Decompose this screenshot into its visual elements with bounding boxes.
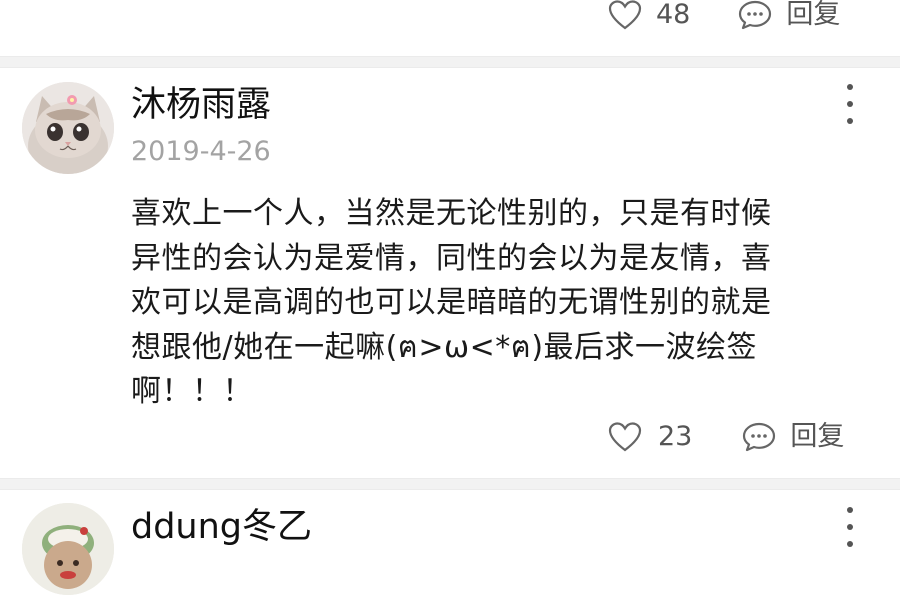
- previous-like-count: 48: [656, 0, 691, 30]
- comment-text-line: 欢可以是高调的也可以是暗暗的无谓性别的就是: [131, 285, 772, 320]
- comment-username[interactable]: 沐杨雨露: [131, 85, 271, 125]
- ellipsis-dot: [847, 118, 853, 124]
- more-options-button[interactable]: [840, 84, 860, 124]
- vertical-ellipsis-icon: [847, 84, 853, 90]
- comment-separator: [0, 56, 900, 68]
- next-comment-username[interactable]: ddung冬乙: [131, 507, 312, 547]
- previous-reply-label: 回复: [786, 0, 841, 30]
- comment-date: 2019-4-26: [131, 136, 271, 167]
- comment-text-line: 喜欢上一个人，当然是无论性别的，只是有时候: [131, 196, 772, 231]
- avatar[interactable]: [22, 82, 114, 174]
- comment-text-line: 想跟他/她在一起嘛(ฅ>ω<*ฅ)最后求一波绘签: [131, 329, 758, 365]
- reply-label: 回复: [790, 421, 845, 452]
- previous-reply-button[interactable]: 回复: [738, 0, 840, 30]
- comment-separator: [0, 478, 900, 490]
- comment-text-line: 异性的会认为是爱情，同性的会以为是友情，喜: [131, 240, 772, 276]
- heart-outline-icon: [608, 422, 642, 452]
- speech-bubble-icon: [743, 422, 776, 452]
- heart-outline-icon: [608, 0, 642, 30]
- ellipsis-dot: [847, 524, 853, 530]
- comment-text: 喜欢上一个人，当然是无论性别的，只是有时候 异性的会认为是爱情，同性的会以为是友…: [131, 192, 861, 415]
- like-button[interactable]: 23: [608, 422, 692, 452]
- next-avatar[interactable]: [22, 503, 114, 595]
- ellipsis-dot: [847, 101, 853, 107]
- next-more-options-button[interactable]: [840, 507, 860, 547]
- ellipsis-dot: [847, 541, 853, 547]
- like-count: 23: [658, 421, 693, 452]
- speech-bubble-icon: [739, 0, 772, 30]
- previous-comment-actions: 48 回复: [608, 0, 840, 30]
- vertical-ellipsis-icon: [847, 507, 853, 513]
- doll-avatar-icon: [22, 503, 114, 595]
- reply-button[interactable]: 回复: [742, 422, 844, 452]
- previous-like-button[interactable]: 48: [608, 0, 690, 30]
- comment-actions: 23 回复: [608, 422, 844, 452]
- cat-avatar-icon: [22, 82, 114, 174]
- comment-text-line: 啊！！！: [131, 374, 253, 409]
